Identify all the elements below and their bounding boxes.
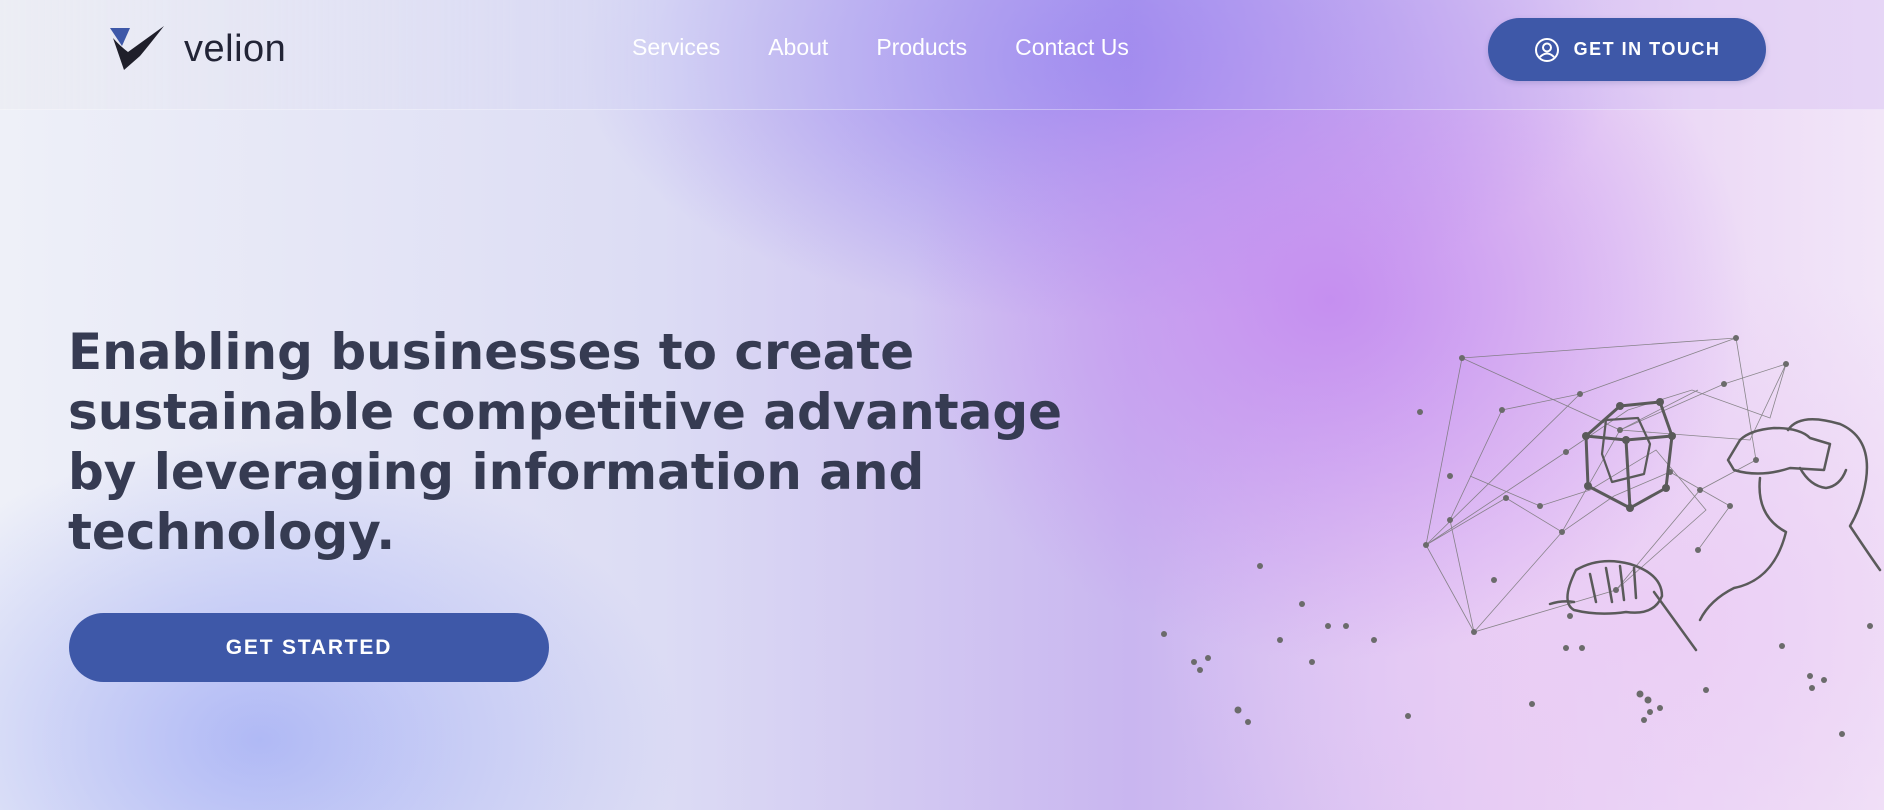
vr-network-illustration-icon [1161, 335, 1882, 737]
main-nav: Services About Products Contact Us [632, 34, 1177, 61]
logo-mark-icon [110, 26, 164, 70]
nav-contact-us[interactable]: Contact Us [1015, 34, 1129, 61]
get-in-touch-label: GET IN TOUCH [1573, 39, 1721, 59]
get-in-touch-button[interactable]: GET IN TOUCH [1488, 18, 1766, 81]
nav-about[interactable]: About [768, 34, 828, 61]
user-circle-icon [1534, 37, 1559, 62]
hero-heading: Enabling businesses to create sustainabl… [68, 323, 1063, 561]
nav-services[interactable]: Services [632, 34, 720, 61]
brand-logo[interactable]: velion [110, 26, 286, 72]
site-header: velion Services About Products Contact U… [0, 0, 1884, 110]
get-started-button[interactable]: GET STARTED [69, 613, 549, 682]
nav-products[interactable]: Products [876, 34, 967, 61]
brand-name: velion [184, 27, 287, 70]
get-started-label: GET STARTED [225, 635, 393, 659]
